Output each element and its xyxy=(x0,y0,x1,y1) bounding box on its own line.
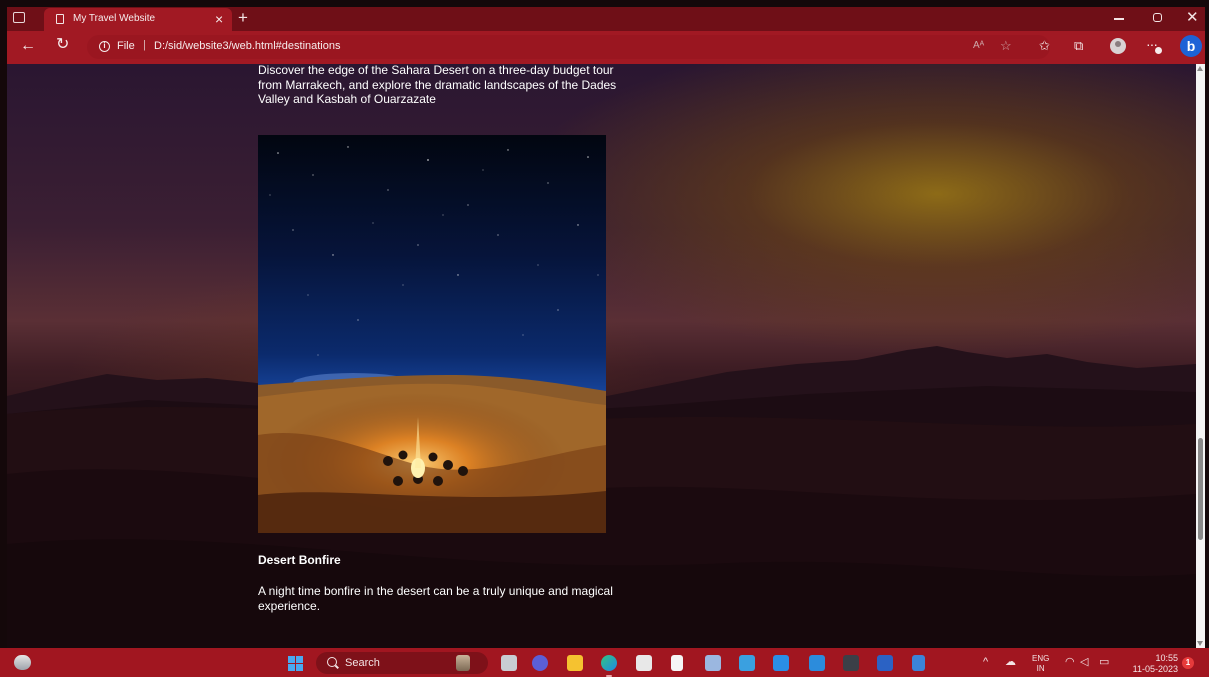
search-highlight-icon xyxy=(456,655,470,671)
new-tab-button[interactable]: + xyxy=(238,8,248,28)
update-badge-icon xyxy=(1155,47,1162,54)
address-bar[interactable]: i File | D:/sid/website3/web.html#destin… xyxy=(87,35,1050,59)
weather-widget-icon[interactable] xyxy=(14,655,31,670)
notepad-file-icon[interactable] xyxy=(671,655,683,671)
scroll-up-arrow-icon[interactable] xyxy=(1197,66,1203,71)
search-label: Search xyxy=(345,657,380,669)
calculator-icon[interactable] xyxy=(739,655,755,671)
refresh-button[interactable]: ↻ xyxy=(56,36,69,54)
onedrive-sync-icon[interactable]: ☁ xyxy=(1005,656,1016,669)
address-url[interactable]: D:/sid/website3/web.html#destinations xyxy=(154,40,340,52)
notes-icon[interactable] xyxy=(912,655,925,671)
scrollbar-thumb[interactable] xyxy=(1198,438,1203,540)
tab-my-travel-website[interactable]: My Travel Website × xyxy=(44,8,232,31)
add-favorite-icon[interactable]: ☆ xyxy=(1000,38,1012,54)
language-code: ENG xyxy=(1032,654,1050,663)
tab-title: My Travel Website xyxy=(73,13,156,24)
file-explorer-icon[interactable] xyxy=(567,655,583,671)
minimize-button[interactable] xyxy=(1114,18,1124,20)
language-indicator[interactable]: ENG IN xyxy=(1032,654,1049,674)
microsoft-store-icon[interactable] xyxy=(636,655,652,671)
vscode-icon[interactable] xyxy=(773,655,789,671)
bing-copilot-icon[interactable]: b xyxy=(1180,35,1202,57)
word-icon[interactable] xyxy=(877,655,893,671)
tab-close-button[interactable]: × xyxy=(215,11,223,27)
page-content: Discover the edge of the Sahara Desert o… xyxy=(7,64,1196,648)
back-button[interactable]: ← xyxy=(20,37,36,55)
title-bar: My Travel Website × + ✕ xyxy=(7,7,1205,31)
page-icon xyxy=(56,14,64,24)
taskbar-search[interactable]: Search xyxy=(316,652,488,674)
battery-icon[interactable]: ▭ xyxy=(1099,656,1109,669)
search-icon xyxy=(327,657,337,667)
browser-window: My Travel Website × + ✕ ← ↻ i File | D:/… xyxy=(7,7,1205,648)
card-heading: Desert Bonfire xyxy=(258,553,341,567)
terminal-icon[interactable] xyxy=(843,655,859,671)
show-hidden-icons-chevron-icon[interactable]: ^ xyxy=(983,656,988,669)
chat-icon[interactable] xyxy=(532,655,548,671)
workspaces-icon[interactable] xyxy=(13,12,25,23)
read-aloud-icon[interactable]: Aᴬ xyxy=(973,40,984,51)
restore-button[interactable] xyxy=(1153,13,1162,22)
start-button[interactable] xyxy=(288,656,304,672)
windows-taskbar: Search ^ ☁ ENG IN ◠ ◁ ▭ 10:55 11-05-2023… xyxy=(0,648,1209,677)
photos-icon[interactable] xyxy=(705,655,721,671)
address-separator: | xyxy=(143,39,146,51)
mail-icon[interactable] xyxy=(809,655,825,671)
address-scheme-label: File xyxy=(117,40,135,52)
browser-toolbar: ← ↻ i File | D:/sid/website3/web.html#de… xyxy=(7,31,1205,64)
stars xyxy=(269,146,599,356)
volume-icon[interactable]: ◁ xyxy=(1080,656,1088,669)
clock-time: 10:55 xyxy=(1155,653,1178,663)
scroll-down-arrow-icon[interactable] xyxy=(1197,641,1203,646)
desert-bonfire-photo xyxy=(258,135,606,533)
page-scrollbar[interactable] xyxy=(1196,64,1205,648)
card-description: A night time bonfire in the desert can b… xyxy=(258,584,613,613)
edge-browser-icon[interactable] xyxy=(601,655,617,677)
clock-date: 11-05-2023 xyxy=(1132,664,1178,674)
wifi-icon[interactable]: ◠ xyxy=(1065,656,1075,669)
favorites-icon[interactable]: ✩ xyxy=(1039,39,1050,53)
profile-avatar[interactable] xyxy=(1110,38,1126,54)
language-region: IN xyxy=(1036,664,1045,673)
task-view-icon[interactable] xyxy=(501,655,517,671)
system-clock[interactable]: 10:55 11-05-2023 xyxy=(1128,653,1178,675)
close-window-button[interactable]: ✕ xyxy=(1186,9,1199,27)
info-icon[interactable]: i xyxy=(99,41,110,52)
collections-icon[interactable]: ⧉ xyxy=(1074,39,1083,53)
notification-badge[interactable]: 1 xyxy=(1182,657,1194,669)
destination-intro-text: Discover the edge of the Sahara Desert o… xyxy=(258,64,617,106)
